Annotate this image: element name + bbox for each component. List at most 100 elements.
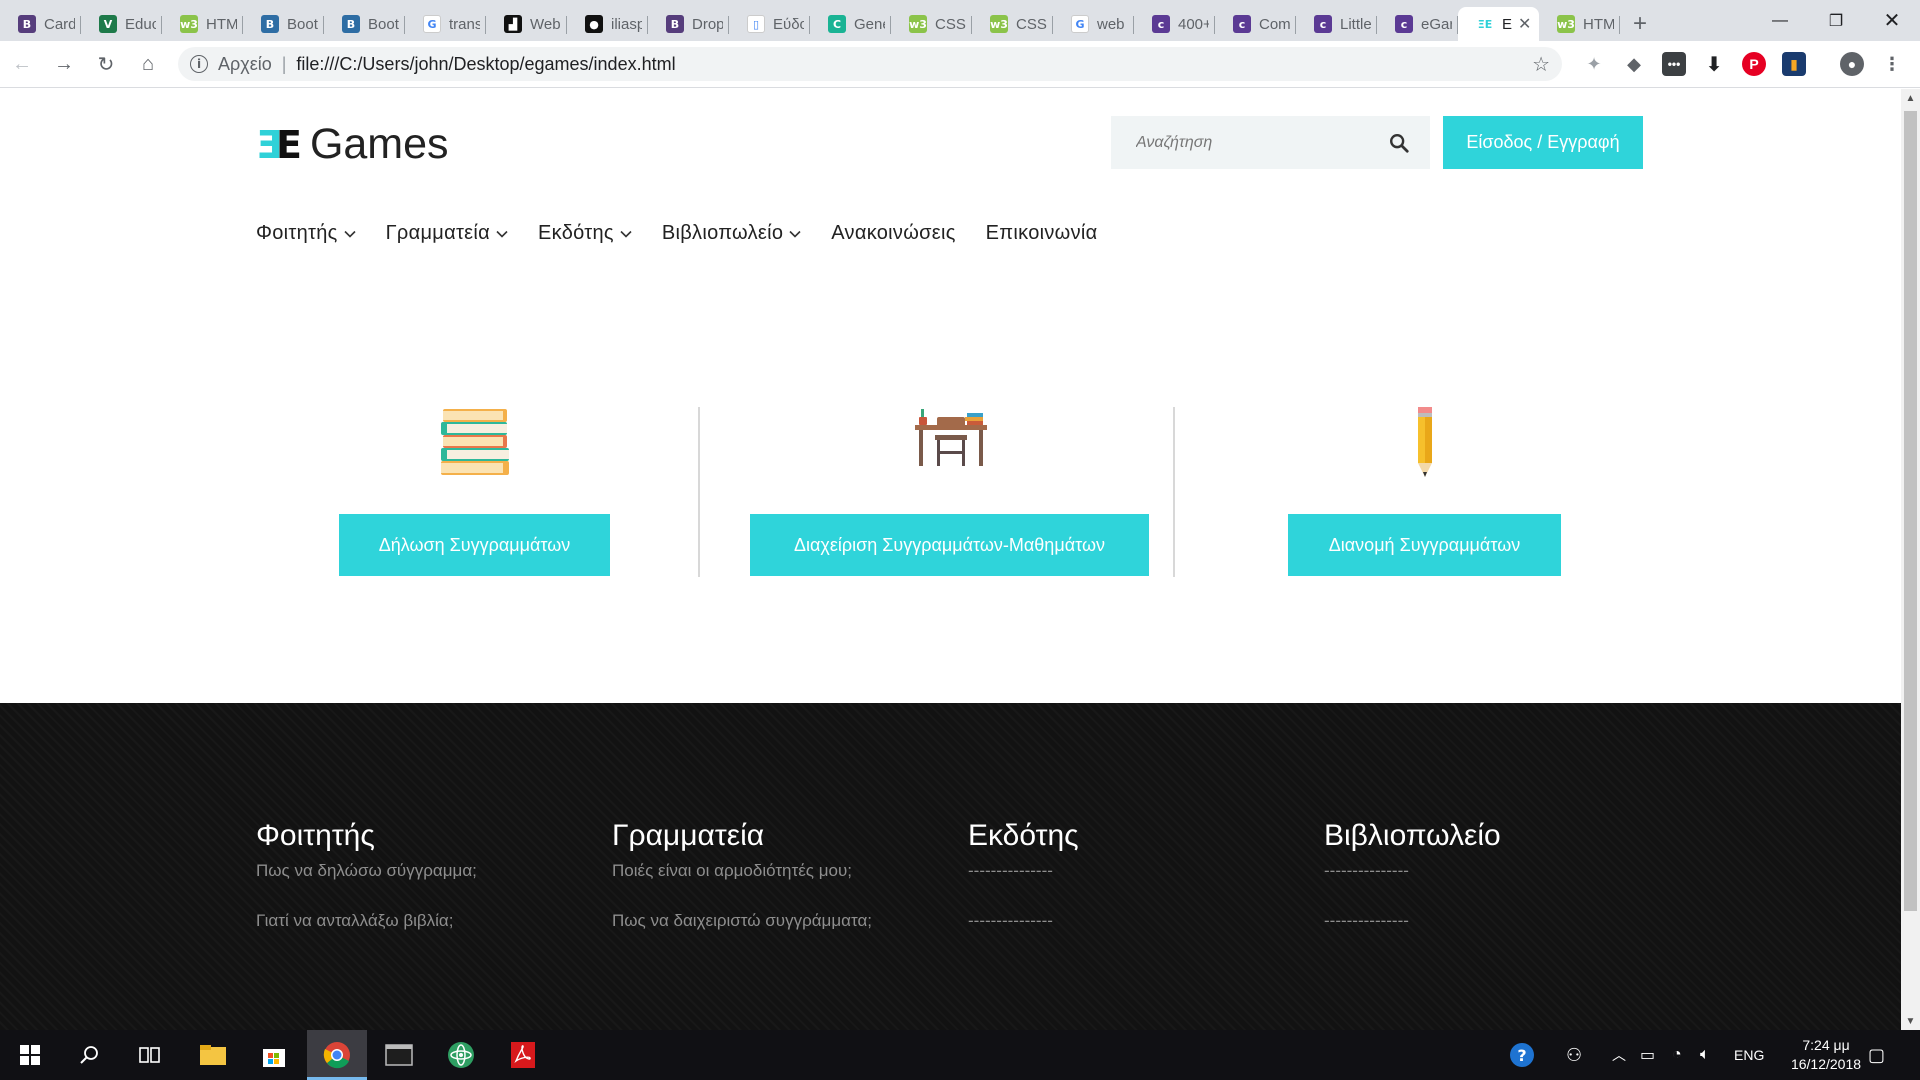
footer-link[interactable]: --------------- (1324, 861, 1409, 881)
browser-tab[interactable]: B Card (0, 7, 81, 41)
menu-item[interactable]: Φοιτητής (256, 222, 356, 245)
footer-link[interactable]: --------------- (1324, 911, 1409, 931)
people-icon[interactable]: ⚇ (1566, 1030, 1582, 1080)
notifications-icon[interactable]: ▢ (1868, 1030, 1885, 1080)
tab-title: Card (44, 15, 75, 33)
browser-tab[interactable]: B Boot (243, 7, 324, 41)
colorlib-icon: c (1395, 15, 1413, 33)
menu-item[interactable]: Ανακοινώσεις (831, 222, 955, 245)
menu-item[interactable]: Βιβλιοπωλείο (662, 222, 801, 245)
footer-link[interactable]: Ποιές είναι οι αρμοδιότητές μου; (612, 861, 852, 881)
tray-chevron-up-icon[interactable]: ︿ (1612, 1030, 1626, 1080)
w3schools-icon: w3 (909, 15, 927, 33)
task-view-icon[interactable] (120, 1030, 180, 1080)
address-bar[interactable]: i Αρχείο | file:///C:/Users/john/Desktop… (178, 47, 1562, 81)
volume-icon[interactable]: 🔈︎ (1700, 1030, 1710, 1080)
browser-tab[interactable]: B Boot (324, 7, 405, 41)
browser-tab-strip: B Card V Educ w3 HTM B Boot B Boot Gtrans ▟ Web ● ilia… (0, 0, 1920, 41)
extension-dots-icon[interactable]: ••• (1662, 52, 1686, 76)
browser-menu-icon[interactable]: ⋮ (1880, 52, 1904, 76)
taskbar-search-icon[interactable] (60, 1030, 120, 1080)
pinterest-icon[interactable]: P (1742, 52, 1766, 76)
browser-tab[interactable]: ● iliasp (567, 7, 648, 41)
tab-list: B Card V Educ w3 HTM B Boot B Boot Gtrans ▟ Web ● ilia… (0, 0, 1620, 41)
tab-title: Boot (287, 15, 318, 33)
browser-tab[interactable]: c Little (1296, 7, 1377, 41)
browser-tab[interactable]: C Gene (810, 7, 891, 41)
file-explorer-icon[interactable] (183, 1030, 243, 1080)
url-text[interactable]: file:///C:/Users/john/Desktop/egames/ind… (296, 54, 675, 75)
footer-link[interactable]: Πως να δαιχειριστώ συγγράμματα; (612, 911, 872, 931)
extension-puzzle-icon[interactable]: ✦ (1582, 52, 1606, 76)
footer-link[interactable]: Πως να δηλώσω σύγγραμμα; (256, 861, 477, 881)
browser-tab[interactable]: w3 CSS (891, 7, 972, 41)
extension-layers-icon[interactable]: ◆ (1622, 52, 1646, 76)
browser-tab[interactable]: Gweb (1053, 7, 1134, 41)
terminal-icon[interactable] (369, 1030, 429, 1080)
scroll-up-arrow-icon[interactable]: ▲ (1901, 89, 1920, 107)
site-logo[interactable]: ƎE Games (256, 120, 449, 169)
tab-close-icon[interactable]: ✕ (1518, 14, 1531, 34)
download-icon[interactable]: ⬇ (1702, 52, 1726, 76)
page-scrollbar[interactable]: ▲ ▼ (1901, 89, 1920, 1030)
analytics-icon[interactable]: ▮ (1782, 52, 1806, 76)
browser-tab[interactable]: c eGar (1377, 7, 1458, 41)
wifi-icon[interactable]: ◔ (1672, 1030, 1682, 1080)
profile-avatar-icon[interactable]: ● (1840, 52, 1864, 76)
manage-books-courses-button[interactable]: Διαχείριση Συγγραμμάτων-Μαθημάτων (750, 514, 1149, 576)
help-tray-icon[interactable]: ? (1508, 1030, 1536, 1080)
store-icon[interactable] (244, 1030, 304, 1080)
url-separator: | (281, 53, 287, 74)
scroll-down-arrow-icon[interactable]: ▼ (1901, 1012, 1920, 1030)
browser-tab[interactable]: B Drop (648, 7, 729, 41)
tab-title: E (1502, 15, 1513, 33)
declare-books-button[interactable]: Δήλωση Συγγραμμάτων (339, 514, 610, 576)
page-icon: ▯ (747, 15, 765, 33)
bootstrap-icon: B (18, 15, 36, 33)
browser-tab[interactable]: ▯ Εύδο (729, 7, 810, 41)
browser-tab[interactable]: c 400+ (1134, 7, 1215, 41)
footer-heading: Φοιτητής (256, 819, 375, 852)
browser-tab[interactable]: V Educ (81, 7, 162, 41)
footer-link[interactable]: Γιατί να ανταλλάξω βιβλία; (256, 911, 453, 931)
distribute-books-button[interactable]: Διανομή Συγγραμμάτων (1288, 514, 1561, 576)
menu-item[interactable]: Επικοινωνία (986, 222, 1098, 245)
chrome-icon[interactable] (307, 1030, 367, 1080)
tab-title: iliasp (611, 15, 642, 33)
atom-editor-icon[interactable] (431, 1030, 491, 1080)
google-icon: G (1071, 15, 1089, 33)
back-button[interactable]: ← (2, 44, 42, 84)
browser-tab[interactable]: Gtrans (405, 7, 486, 41)
browser-tab[interactable]: w3 CSS (972, 7, 1053, 41)
browser-tab[interactable]: ΞE E ✕ (1458, 7, 1539, 41)
search-input[interactable] (1111, 116, 1381, 169)
scrollbar-thumb[interactable] (1904, 111, 1917, 911)
maximize-button[interactable]: ❐ (1808, 0, 1864, 41)
browser-tab[interactable]: w3 HTM (1539, 7, 1620, 41)
bookmark-star-icon[interactable]: ☆ (1532, 52, 1550, 77)
generator-icon: C (828, 15, 846, 33)
info-icon[interactable]: i (190, 55, 208, 73)
home-button[interactable]: ⌂ (128, 44, 168, 84)
login-register-button[interactable]: Είσοδος / Εγγραφή (1443, 116, 1643, 169)
language-indicator[interactable]: ENG (1734, 1030, 1764, 1080)
taskbar-clock[interactable]: 7:24 μμ 16/12/2018 (1776, 1036, 1876, 1074)
new-tab-button[interactable]: + (1620, 7, 1660, 41)
battery-icon[interactable]: ▭ (1640, 1030, 1655, 1080)
menu-item[interactable]: Γραμματεία (386, 222, 508, 245)
menu-item[interactable]: Εκδότης (538, 222, 632, 245)
window-close-button[interactable]: ✕ (1864, 0, 1920, 41)
chevron-down-icon (344, 230, 356, 238)
footer-link[interactable]: --------------- (968, 861, 1053, 881)
acrobat-reader-icon[interactable] (493, 1030, 553, 1080)
forward-button[interactable]: → (44, 44, 84, 84)
reload-button[interactable]: ↻ (86, 44, 126, 84)
browser-tab[interactable]: ▟ Web (486, 7, 567, 41)
browser-tab[interactable]: c Com (1215, 7, 1296, 41)
browser-tab[interactable]: w3 HTM (162, 7, 243, 41)
colorlib-icon: c (1314, 15, 1332, 33)
footer-link[interactable]: --------------- (968, 911, 1053, 931)
windows-start-icon[interactable] (0, 1030, 60, 1080)
search-icon[interactable] (1388, 132, 1410, 154)
minimize-button[interactable]: — (1752, 0, 1808, 41)
